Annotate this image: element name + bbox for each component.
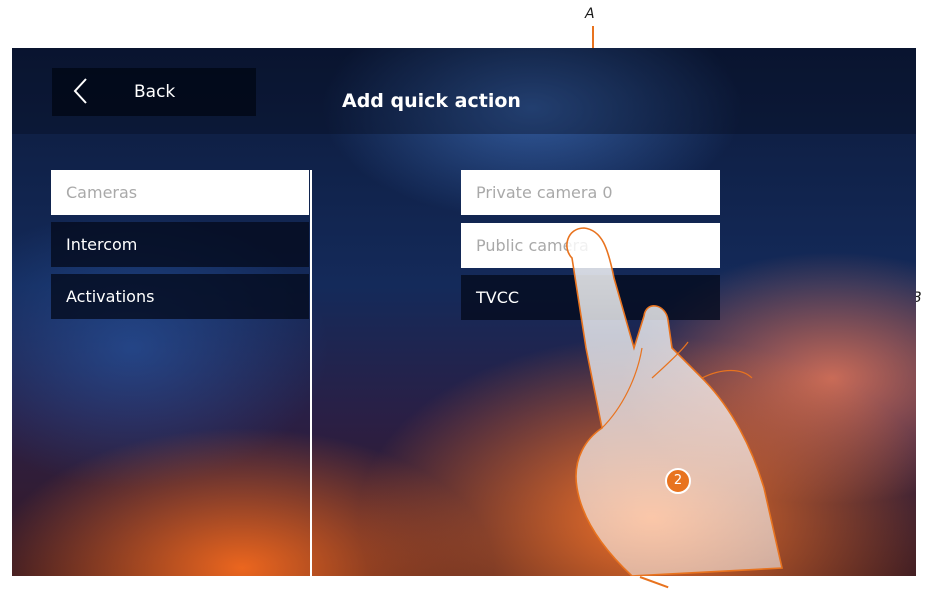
category-item-activations[interactable]: Activations — [51, 274, 309, 319]
hand-outline-tail — [639, 576, 669, 589]
device-screen: Back Add quick action Cameras Intercom A… — [12, 48, 916, 576]
camera-item-public-camera[interactable]: Public camera — [461, 223, 720, 268]
category-item-cameras[interactable]: Cameras — [51, 170, 309, 215]
camera-item-tvcc[interactable]: TVCC — [461, 275, 720, 320]
callout-label-a: A — [585, 6, 595, 22]
page-title: Add quick action — [342, 90, 521, 112]
back-button[interactable]: Back — [52, 68, 256, 116]
step-number-badge: 2 — [665, 468, 691, 494]
back-label: Back — [134, 82, 176, 102]
column-divider — [310, 170, 312, 576]
chevron-left-icon — [68, 76, 94, 106]
top-bar: Back Add quick action — [12, 48, 916, 134]
camera-item-private-camera-0[interactable]: Private camera 0 — [461, 170, 720, 215]
category-item-intercom[interactable]: Intercom — [51, 222, 309, 267]
